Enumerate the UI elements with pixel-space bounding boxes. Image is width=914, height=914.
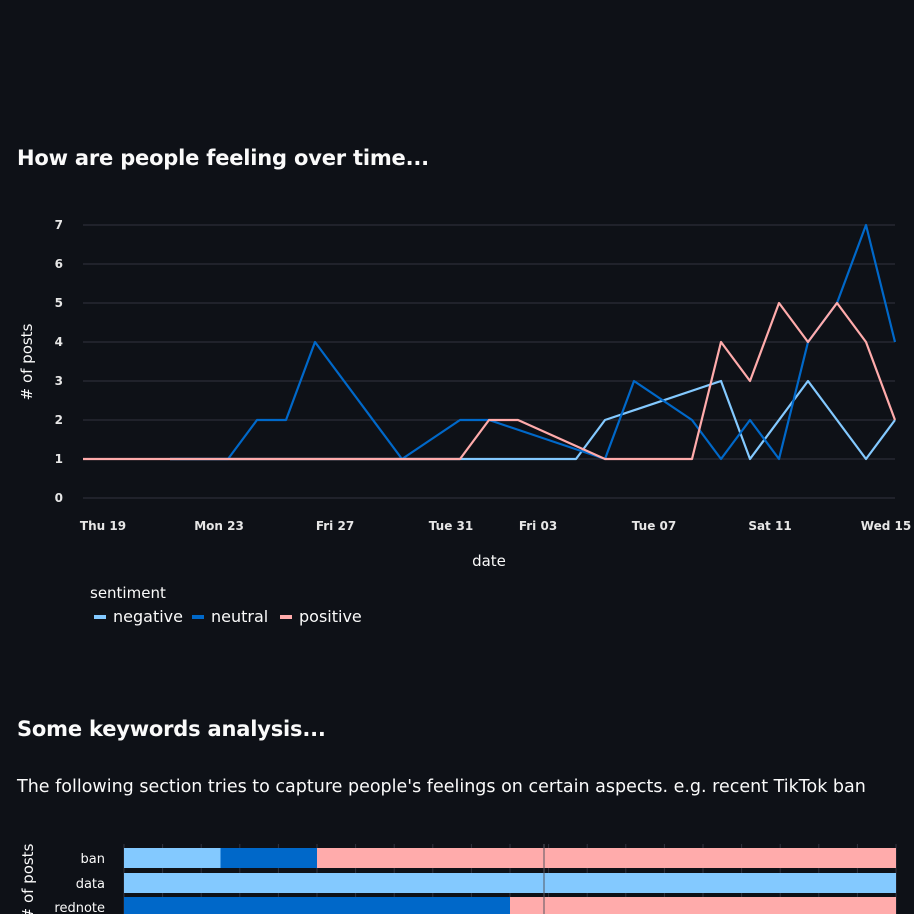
x-tick-label: Tue 07 <box>632 519 676 533</box>
y-tick-label: 7 <box>55 218 63 232</box>
x-tick-label: Tue 31 <box>429 519 473 533</box>
x-tick-label: Mon 23 <box>194 519 244 533</box>
legend-swatch-neutral <box>192 615 204 619</box>
x-axis-title: date <box>472 552 506 570</box>
keywords-description: The following section tries to capture p… <box>17 777 866 797</box>
chart-legend: negative neutral positive <box>94 607 362 626</box>
legend-swatch-negative <box>94 615 106 619</box>
x-tick-label: Sat 11 <box>748 519 791 533</box>
bar-category-label: ban <box>81 852 105 867</box>
legend-label-neutral: neutral <box>211 607 268 626</box>
x-tick-label: Wed 15 <box>861 519 911 533</box>
bar-segment-rednote-neutral <box>124 897 510 914</box>
legend-label-positive: positive <box>299 607 362 626</box>
bar-y-axis-title: # of posts <box>19 843 37 914</box>
bar-category-label: data <box>76 877 105 892</box>
y-tick-label: 3 <box>55 374 63 388</box>
legend-swatch-positive <box>280 615 292 619</box>
keywords-bar-chart: ban data rednote # of posts <box>19 843 897 914</box>
y-tick-label: 6 <box>55 257 63 271</box>
keywords-section-title: Some keywords analysis... <box>17 717 326 741</box>
x-tick-label: Fri 27 <box>316 519 354 533</box>
sentiment-line-chart: 0 1 2 3 4 5 6 7 Thu 19 Mon 23 Fri 27 Tue 31 Fri 03 T… <box>18 218 911 626</box>
bar-segment-rednote-positive <box>510 897 896 914</box>
bar-category-label: rednote <box>54 901 105 914</box>
x-tick-label: Fri 03 <box>519 519 557 533</box>
y-tick-label: 5 <box>55 296 63 310</box>
y-axis-title: # of posts <box>18 323 36 400</box>
y-tick-label: 4 <box>55 335 63 349</box>
bar-segment-ban-positive <box>317 848 896 868</box>
page: How are people feeling over time... 0123… <box>0 0 914 914</box>
y-tick-label: 1 <box>55 452 63 466</box>
bar-segment-ban-neutral <box>220 848 317 868</box>
legend-title: sentiment <box>90 584 166 602</box>
x-tick-label: Thu 19 <box>80 519 126 533</box>
bar-segment-data-negative <box>124 873 896 893</box>
y-tick-label: 2 <box>55 413 63 427</box>
legend-label-negative: negative <box>113 607 183 626</box>
y-tick-label: 0 <box>55 491 63 505</box>
bar-segment-ban-negative <box>124 848 221 868</box>
